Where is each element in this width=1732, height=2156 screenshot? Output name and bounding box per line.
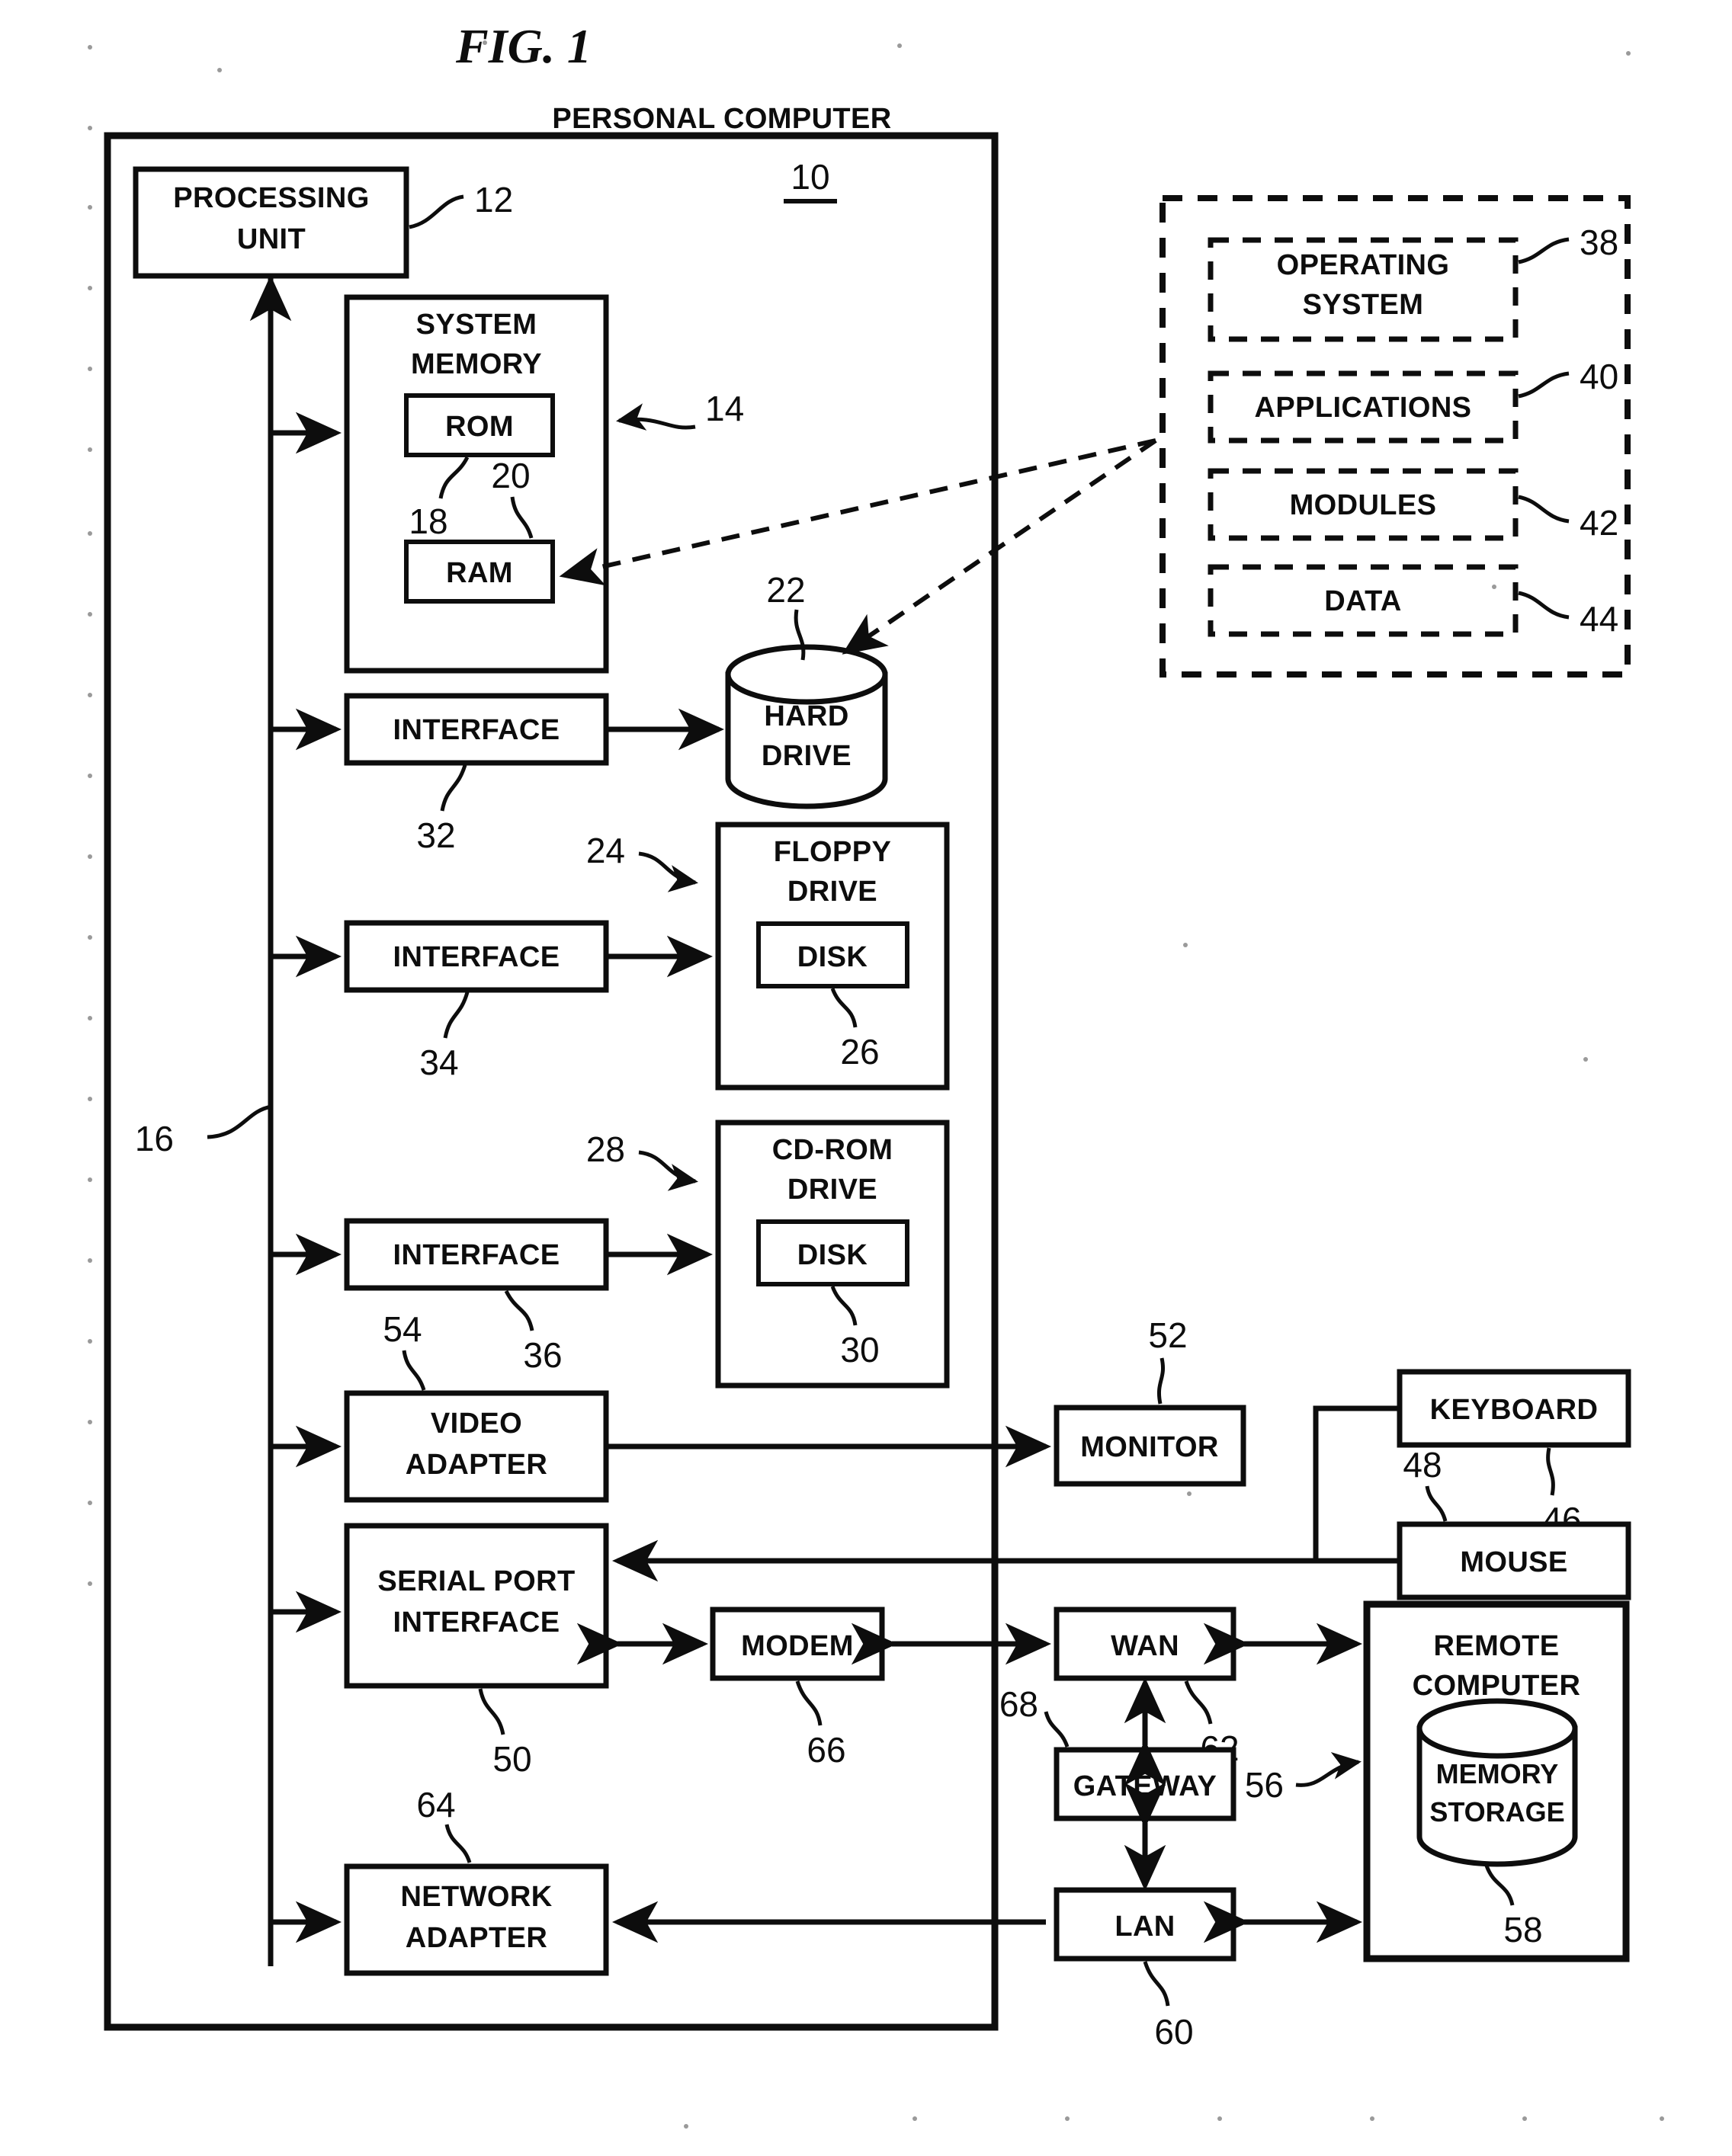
monitor-label: MONITOR [1080,1431,1219,1463]
interface-floppy-leader [443,992,470,1039]
lan-leader [1143,1961,1170,2007]
hard-drive-label-line2: DRIVE [762,740,852,772]
system-bus-leader [207,1104,272,1139]
ref-system-memory: 14 [705,389,744,428]
interface-hdd-leader [440,764,467,812]
ref-floppy-disk: 26 [840,1032,879,1072]
processing-unit-leader [409,194,464,229]
memory-storage-label-line1: MEMORY [1436,1758,1559,1789]
cdrom-drive-leader [638,1150,698,1191]
software-to-harddrive-pointer [842,438,1157,655]
data-label: DATA [1324,585,1402,617]
ref-remote-computer: 56 [1245,1765,1284,1805]
modem-label: MODEM [741,1630,854,1662]
ref-modules: 42 [1580,503,1618,543]
processing-unit-label-line2: UNIT [237,223,306,255]
figure-title: FIG. 1 [455,19,592,73]
interface-floppy-label: INTERFACE [393,941,560,973]
wan-label: WAN [1111,1630,1179,1662]
applications-leader [1518,371,1570,399]
mouse-leader [1425,1485,1448,1522]
serial-port-interface-box [344,1523,609,1689]
serial-port-interface-leader [478,1688,505,1735]
ref-floppy-drive: 24 [586,831,625,870]
remote-computer-label-line1: REMOTE [1434,1630,1560,1662]
serial-port-interface-label-line1: SERIAL PORT [377,1565,575,1597]
ref-serial-port-interface: 50 [492,1739,531,1779]
video-adapter-label-line2: ADAPTER [406,1449,547,1481]
memory-storage-label-line2: STORAGE [1429,1796,1564,1828]
cdrom-drive-label-line1: CD-ROM [772,1134,893,1166]
ref-cdrom-drive: 28 [586,1129,625,1169]
memory-storage-leader [1484,1865,1515,1906]
remote-computer-leader [1295,1752,1362,1787]
ref-modem: 66 [807,1730,845,1770]
video-adapter-label-line1: VIDEO [431,1408,522,1440]
mouse-label: MOUSE [1460,1546,1567,1578]
ref-personal-computer: 10 [791,157,829,197]
ref-hard-drive: 22 [766,570,805,610]
floppy-drive-label-line2: DRIVE [787,876,877,908]
ram-label: RAM [446,557,513,589]
ref-mouse: 48 [1403,1445,1442,1485]
ref-rom: 18 [409,501,447,541]
ref-processing-unit: 12 [474,180,513,219]
network-adapter-label-line1: NETWORK [400,1881,552,1913]
network-adapter-leader [444,1824,472,1863]
operating-system-leader [1518,237,1570,264]
gateway-label: GATEWAY [1073,1770,1217,1802]
rom-label: ROM [445,411,514,443]
ref-applications: 40 [1580,357,1618,396]
system-memory-label-line1: SYSTEM [416,309,537,341]
ref-gateway: 68 [999,1684,1038,1724]
ref-memory-storage: 58 [1503,1910,1542,1949]
ref-cdrom-disk: 30 [840,1330,879,1370]
operating-system-label-line1: OPERATING [1277,249,1450,281]
hard-drive-label-line1: HARD [764,700,848,732]
floppy-disk-label: DISK [797,941,868,973]
system-memory-label-line2: MEMORY [411,348,542,380]
data-leader [1518,591,1570,620]
software-to-ram-pointer [559,438,1156,586]
interface-cdrom-label: INTERFACE [393,1239,560,1271]
ref-interface-hdd: 32 [416,815,455,855]
serial-port-interface-label-line2: INTERFACE [393,1607,560,1639]
keyboard-leader [1546,1447,1555,1496]
ref-monitor: 52 [1148,1315,1187,1355]
network-adapter-label-line2: ADAPTER [406,1922,547,1954]
video-adapter-leader [402,1350,426,1391]
ref-lan: 60 [1154,2012,1193,2052]
system-memory-leader [616,403,696,431]
lan-label: LAN [1115,1911,1175,1943]
floppy-drive-label-line1: FLOPPY [774,836,891,868]
keyboard-label: KEYBOARD [1430,1394,1599,1426]
modules-leader [1518,495,1570,524]
interface-hdd-label: INTERFACE [393,714,560,746]
monitor-leader [1157,1357,1165,1405]
gateway-leader [1044,1711,1070,1748]
applications-label: APPLICATIONS [1255,392,1472,424]
ref-interface-cdrom: 36 [523,1335,562,1375]
operating-system-label-line2: SYSTEM [1303,289,1424,321]
ref-operating-system: 38 [1580,223,1618,262]
modules-label: MODULES [1290,489,1437,521]
cdrom-drive-label-line2: DRIVE [787,1174,877,1206]
patent-figure-1: FIG. 1 PERSONAL COMPUTER 16 PROCESSING U… [88,19,1664,2129]
ref-data: 44 [1580,599,1618,639]
processing-unit-label-line1: PROCESSING [173,182,369,214]
ref-ram: 20 [491,456,530,495]
interface-cdrom-leader [504,1289,534,1331]
cdrom-disk-label: DISK [797,1239,868,1271]
ref-system-bus: 16 [135,1119,174,1158]
ref-network-adapter: 64 [416,1785,455,1824]
keyboard-mouse-trunk [1313,1405,1400,1564]
personal-computer-label-line1: PERSONAL COMPUTER [552,103,891,135]
wan-leader [1184,1680,1213,1725]
remote-computer-label-line2: COMPUTER [1413,1670,1581,1702]
floppy-drive-leader [638,851,698,892]
modem-leader [795,1680,823,1726]
ref-video-adapter: 54 [383,1309,422,1349]
ref-interface-floppy: 34 [419,1043,458,1082]
